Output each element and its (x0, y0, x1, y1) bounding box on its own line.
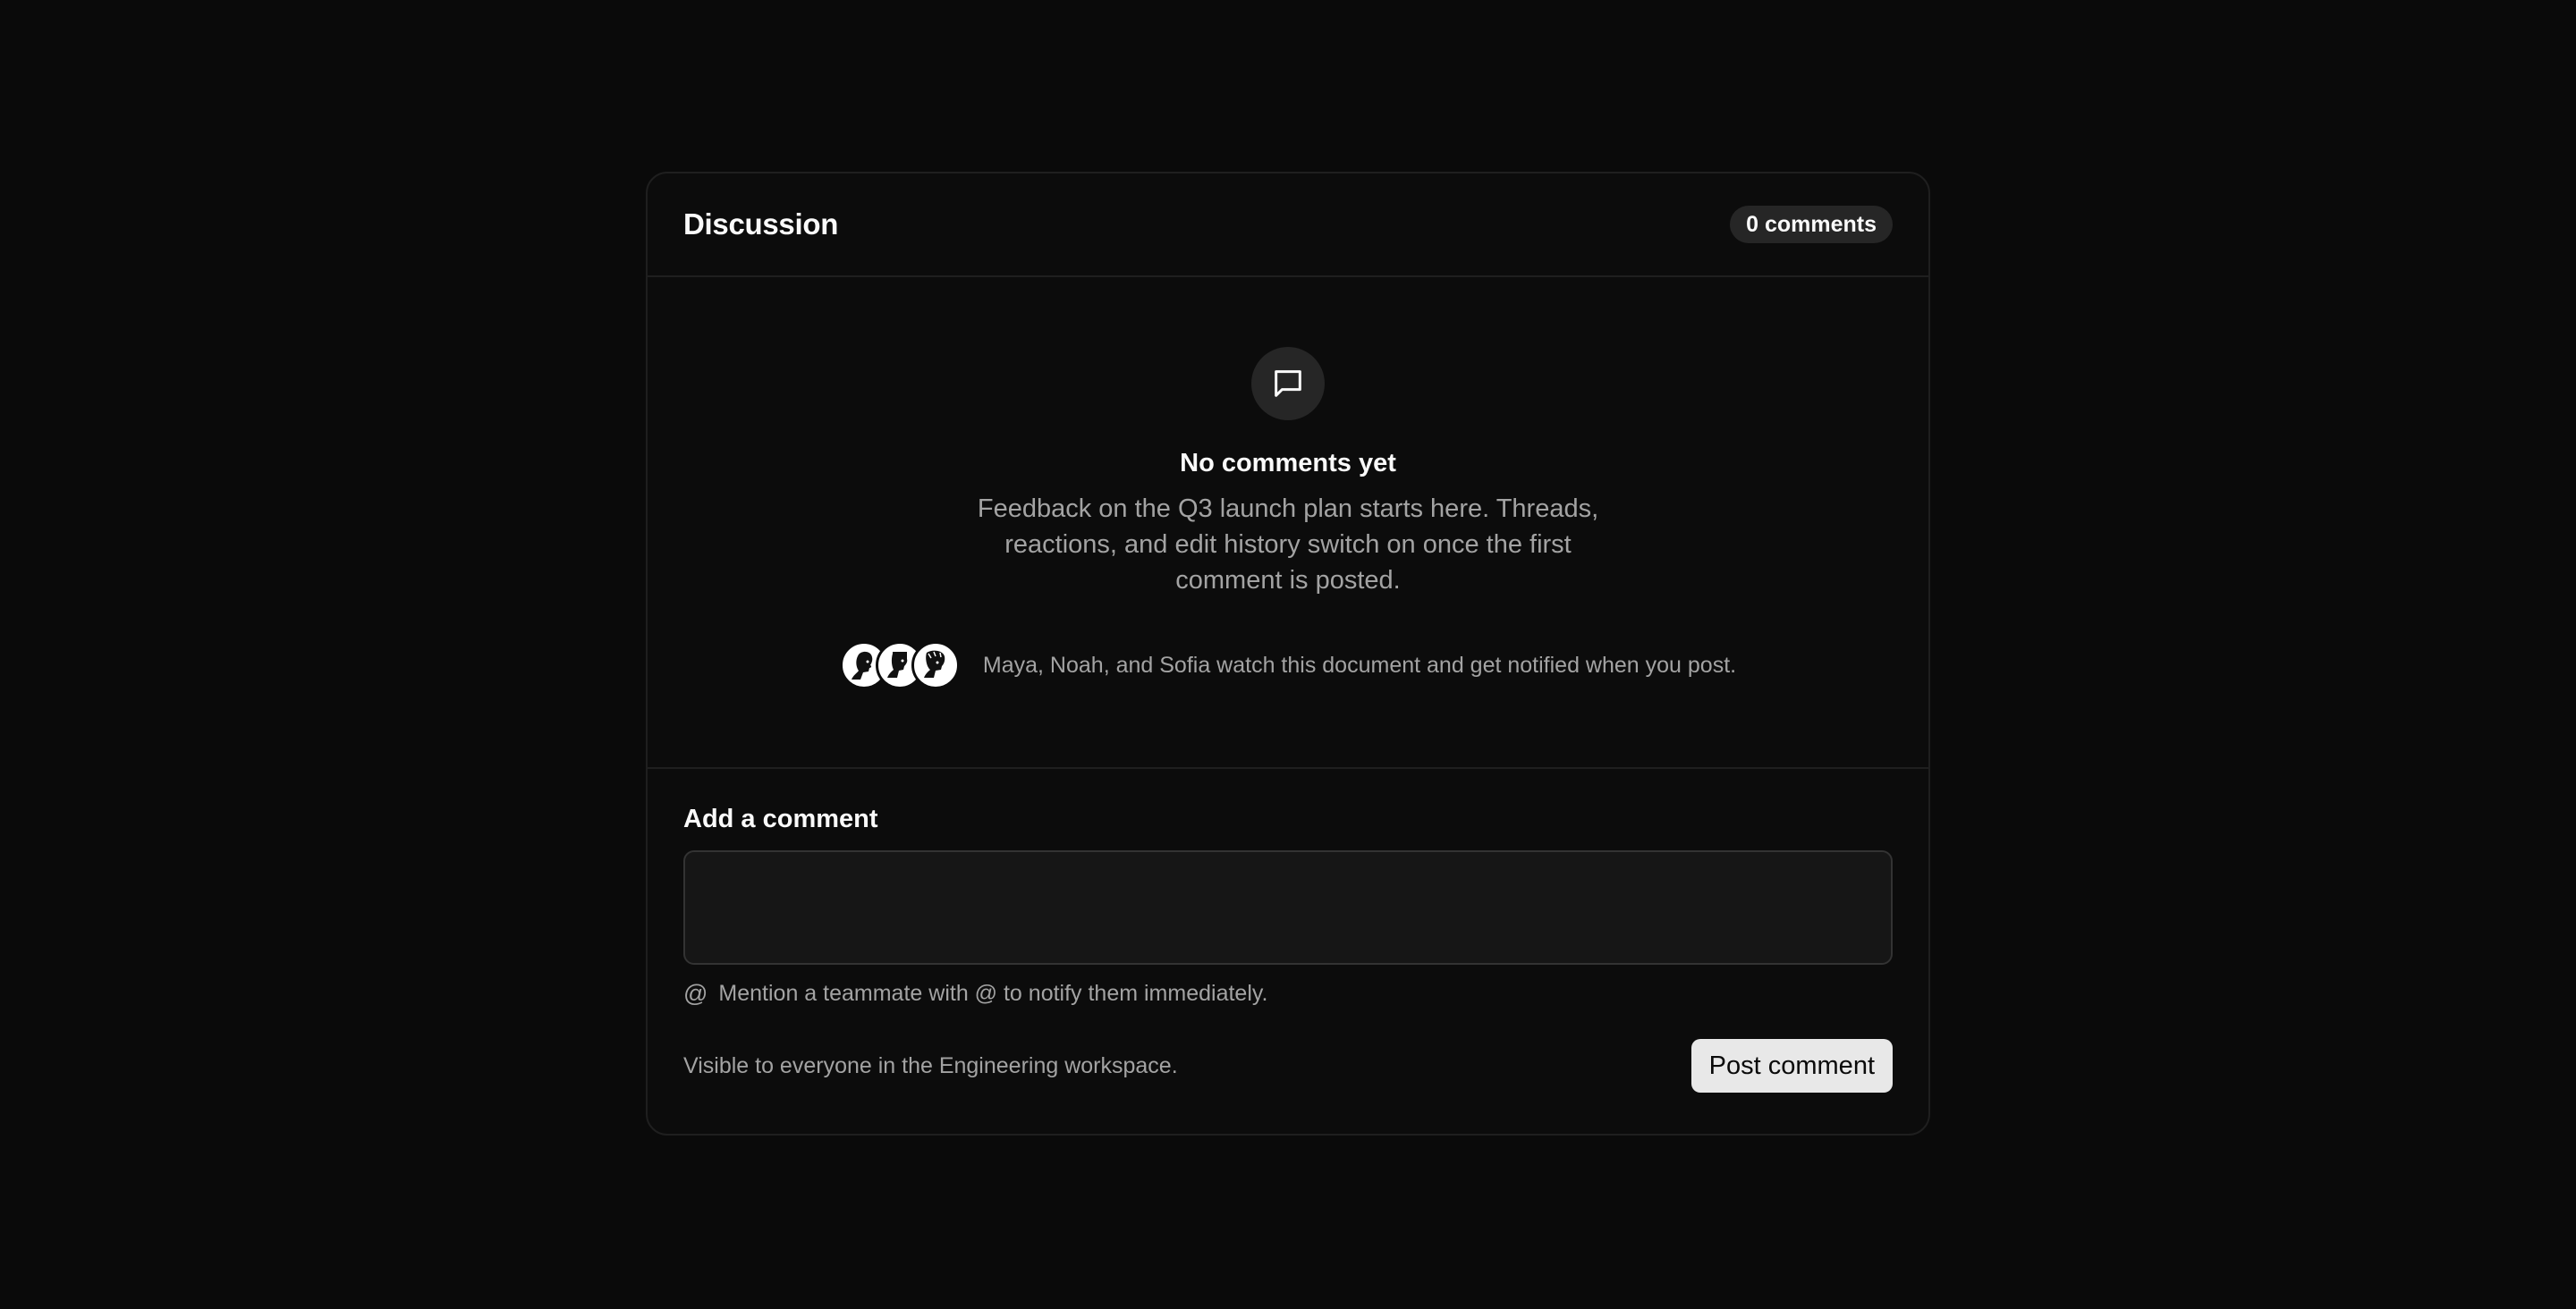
comment-composer: Add a comment @ Mention a teammate with … (648, 769, 1928, 1093)
avatar (911, 641, 960, 689)
comment-input[interactable] (683, 850, 1893, 965)
message-square-icon (1251, 347, 1325, 420)
compose-label: Add a comment (683, 805, 878, 833)
at-sign-icon: @ (683, 980, 708, 1007)
watcher-avatars (839, 641, 960, 689)
visibility-note: Visible to everyone in the Engineering w… (683, 1052, 1178, 1078)
discussion-card: Discussion 0 comments No comments yet Fe… (646, 172, 1930, 1136)
post-comment-button[interactable]: Post comment (1690, 1039, 1893, 1093)
composer-footer: Visible to everyone in the Engineering w… (683, 1039, 1893, 1093)
comment-count-badge: 0 comments (1730, 206, 1893, 243)
discussion-header: Discussion 0 comments (648, 173, 1928, 277)
watchers-row: Maya, Noah, and Sofia watch this documen… (839, 641, 1737, 689)
watchers-text: Maya, Noah, and Sofia watch this documen… (982, 652, 1737, 678)
mention-hint: @ Mention a teammate with @ to notify th… (683, 981, 1893, 1007)
empty-state-title: No comments yet (1180, 449, 1396, 477)
mention-hint-text: Mention a teammate with @ to notify them… (718, 981, 1268, 1006)
discussion-title: Discussion (683, 207, 839, 241)
empty-state: No comments yet Feedback on the Q3 launc… (648, 277, 1928, 769)
empty-state-description: Feedback on the Q3 launch plan starts he… (977, 494, 1599, 595)
